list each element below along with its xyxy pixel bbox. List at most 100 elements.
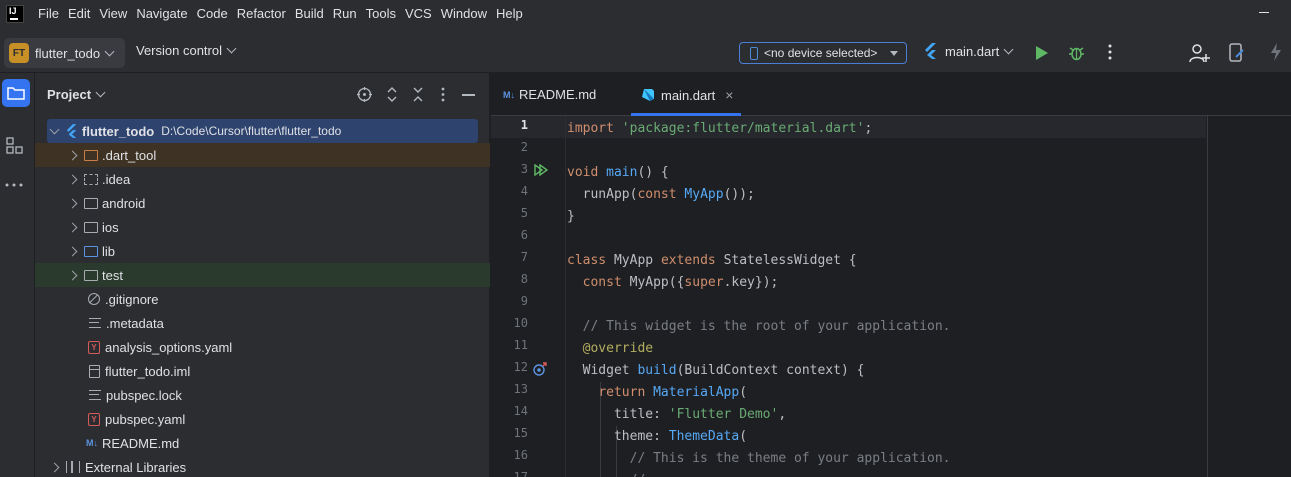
expand-arrow-icon[interactable] xyxy=(67,198,78,208)
expand-all-icon[interactable] xyxy=(386,87,398,102)
code-line: // xyxy=(567,470,646,477)
line-number: 13 xyxy=(513,382,528,396)
tree-item-lib[interactable]: lib xyxy=(35,239,490,263)
menu-code[interactable]: Code xyxy=(197,6,228,21)
intellij-logo-icon[interactable]: IJ xyxy=(6,4,24,23)
tree-item-readme[interactable]: M↓ README.md xyxy=(35,431,490,455)
panel-title[interactable]: Project xyxy=(47,87,91,102)
panel-header: Project xyxy=(35,73,489,116)
device-manager-icon[interactable] xyxy=(1229,43,1245,63)
tree-item-pubspec-yaml[interactable]: Y pubspec.yaml xyxy=(35,407,490,431)
tree-item-test[interactable]: test xyxy=(35,263,490,287)
expand-arrow-icon[interactable] xyxy=(67,246,78,256)
tree-item-gitignore[interactable]: .gitignore xyxy=(35,287,490,311)
panel-options-icon[interactable] xyxy=(441,87,445,102)
menu-run[interactable]: Run xyxy=(333,6,357,21)
run-configuration-dropdown[interactable]: main.dart xyxy=(924,43,1014,59)
hide-panel-icon[interactable] xyxy=(462,94,475,96)
menu-navigate[interactable]: Navigate xyxy=(136,6,187,21)
tree-item-label: .gitignore xyxy=(105,291,159,307)
line-number: 16 xyxy=(513,448,528,462)
tree-item-label: README.md xyxy=(102,435,180,451)
line-number: 7 xyxy=(520,250,528,264)
tree-item-ios[interactable]: ios xyxy=(35,215,490,239)
code-line: class MyApp extends StatelessWidget { xyxy=(567,253,857,268)
add-user-icon[interactable] xyxy=(1189,43,1211,63)
main-toolbar: FT flutter_todo Version control <no devi… xyxy=(0,27,1291,73)
code-line: title: 'Flutter Demo', xyxy=(567,407,787,422)
tree-item-label: .idea xyxy=(102,171,131,187)
expand-arrow-icon[interactable] xyxy=(67,270,78,280)
markdown-icon: M↓ xyxy=(503,89,515,100)
code-area[interactable]: import 'package:flutter/material.dart'; … xyxy=(567,116,1207,477)
menu-bar: IJ File Edit View Navigate Code Refactor… xyxy=(0,0,1291,27)
project-tool-button[interactable] xyxy=(2,79,30,107)
menu-window[interactable]: Window xyxy=(441,6,487,21)
expand-arrow-icon[interactable] xyxy=(67,222,78,232)
line-number: 15 xyxy=(513,426,528,440)
menu-edit[interactable]: Edit xyxy=(68,6,90,21)
minimize-window-icon[interactable] xyxy=(1259,12,1269,13)
menu-help[interactable]: Help xyxy=(496,6,523,21)
locate-icon[interactable] xyxy=(357,87,372,102)
more-actions-icon[interactable] xyxy=(1108,44,1112,60)
tree-item-external-libraries[interactable]: External Libraries xyxy=(35,455,490,477)
code-line: Widget build(BuildContext context) { xyxy=(567,363,865,378)
more-tools-icon[interactable] xyxy=(5,183,23,187)
tree-item-analysis-options[interactable]: Y analysis_options.yaml xyxy=(35,335,490,359)
collapse-all-icon[interactable] xyxy=(412,87,424,102)
expand-arrow-icon[interactable] xyxy=(49,462,60,472)
project-switcher[interactable]: FT flutter_todo xyxy=(4,38,125,68)
line-number: 8 xyxy=(520,272,528,286)
debug-icon[interactable] xyxy=(1068,44,1085,61)
override-gutter-icon[interactable] xyxy=(533,362,547,376)
line-number: 2 xyxy=(520,140,528,154)
editor-tab-bar: M↓ README.md main.dart × xyxy=(491,73,1291,116)
tree-item-dart-tool[interactable]: .dart_tool xyxy=(35,143,490,167)
code-line: runApp(const MyApp()); xyxy=(567,187,755,202)
menu-tools[interactable]: Tools xyxy=(366,6,396,21)
tree-item-metadata[interactable]: .metadata xyxy=(35,311,490,335)
tree-item-idea[interactable]: .idea xyxy=(35,167,490,191)
line-number: 12 xyxy=(513,360,528,374)
root-folder-name: flutter_todo xyxy=(82,123,155,139)
menu-view[interactable]: View xyxy=(99,6,127,21)
tree-item-label: test xyxy=(102,267,123,283)
expand-arrow-icon[interactable] xyxy=(67,174,78,184)
line-number: 11 xyxy=(513,338,528,352)
power-save-icon[interactable] xyxy=(1270,43,1282,61)
menu-file[interactable]: File xyxy=(38,6,59,21)
run-icon[interactable] xyxy=(1036,46,1048,60)
tree-item-iml[interactable]: flutter_todo.iml xyxy=(35,359,490,383)
code-line: const MyApp({super.key}); xyxy=(582,275,779,290)
tree-root-row[interactable]: flutter_todo D:\Code\Cursor\flutter\flut… xyxy=(47,119,478,143)
library-icon xyxy=(66,461,80,473)
structure-icon[interactable] xyxy=(6,137,24,155)
run-gutter-icon[interactable] xyxy=(534,164,548,176)
tree-item-label: .dart_tool xyxy=(102,147,157,163)
version-control-dropdown[interactable]: Version control xyxy=(136,43,237,58)
expand-arrow-icon[interactable] xyxy=(67,150,78,160)
chevron-down-icon[interactable] xyxy=(95,87,106,98)
run-config-label: main.dart xyxy=(945,43,1000,59)
code-editor: M↓ README.md main.dart × 1 2 3 4 5 6 7 8… xyxy=(491,73,1291,477)
line-number: 1 xyxy=(520,118,528,132)
menu-build[interactable]: Build xyxy=(295,6,324,21)
tree-item-label: External Libraries xyxy=(85,459,187,475)
gutter-separator xyxy=(565,116,566,477)
menu-refactor[interactable]: Refactor xyxy=(237,6,286,21)
project-name: flutter_todo xyxy=(35,45,101,61)
text-file-icon xyxy=(89,364,100,378)
tree-item-android[interactable]: android xyxy=(35,191,490,215)
tab-readme[interactable]: M↓ README.md xyxy=(503,87,596,102)
folder-icon xyxy=(84,173,98,185)
line-number: 17 xyxy=(513,470,528,477)
tab-main-dart[interactable]: main.dart × xyxy=(641,87,733,103)
expand-arrow-icon[interactable] xyxy=(49,124,60,134)
close-tab-icon[interactable]: × xyxy=(725,87,733,103)
gitignore-icon xyxy=(88,293,100,305)
menu-vcs[interactable]: VCS xyxy=(405,6,432,21)
dropdown-arrow-icon xyxy=(890,51,898,56)
device-selector[interactable]: <no device selected> xyxy=(739,42,907,64)
tree-item-pubspec-lock[interactable]: pubspec.lock xyxy=(35,383,490,407)
